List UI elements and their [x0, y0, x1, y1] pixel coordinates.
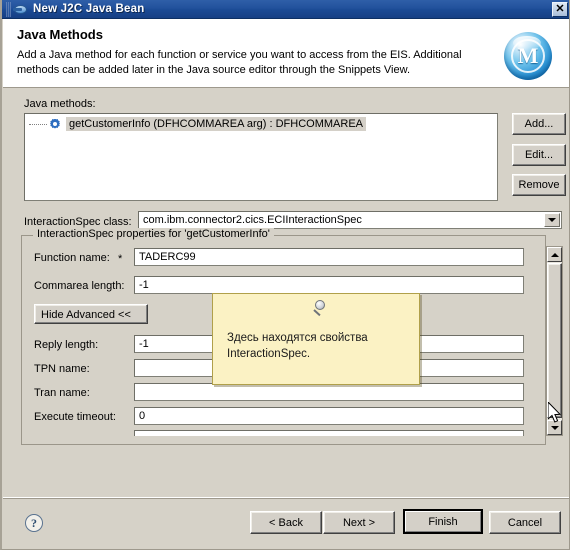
field-label: Tran name: — [34, 387, 90, 399]
page-title: Java Methods — [17, 27, 103, 42]
java-methods-label: Java methods: — [24, 98, 96, 110]
tooltip-callout: Здесь находятся свойства InteractionSpec… — [212, 293, 420, 385]
close-icon[interactable]: ✕ — [552, 2, 568, 17]
edit-method-button[interactable]: Edit... — [512, 144, 566, 166]
tree-line-icon — [29, 123, 47, 125]
page-description: Add a Java method for each function or s… — [17, 49, 462, 76]
tran-name-input[interactable] — [134, 383, 524, 401]
chevron-down-icon[interactable] — [544, 213, 560, 227]
field-label: Function name: — [34, 252, 110, 264]
interactionspec-class-combo[interactable]: com.ibm.connector2.cics.ECIInteractionSp… — [138, 211, 562, 229]
tooltip-text: Здесь находятся свойства InteractionSpec… — [227, 332, 368, 360]
execute-timeout-input[interactable]: 0 — [134, 407, 524, 425]
list-item[interactable]: getCustomerInfo (DFHCOMMAREA arg) : DFHC… — [25, 116, 497, 131]
field-label: TPN name: — [34, 363, 90, 375]
titlebar-grip — [6, 1, 11, 17]
product-logo: M — [504, 32, 552, 80]
field-label: Execute timeout: — [34, 411, 116, 423]
finish-button-label: Finish — [405, 511, 481, 532]
properties-scrollbar[interactable] — [546, 246, 563, 436]
partial-next-input[interactable] — [134, 430, 524, 436]
scroll-up-icon[interactable] — [547, 247, 562, 262]
dialog-window: New J2C Java Bean ✕ Java Methods Add a J… — [0, 0, 570, 550]
remove-method-button[interactable]: Remove — [512, 174, 566, 196]
scroll-down-icon[interactable] — [547, 420, 562, 435]
method-name: getCustomerInfo (DFHCOMMAREA arg) : DFHC… — [66, 116, 366, 131]
field-label: Commarea length: — [34, 280, 125, 292]
wizard-header: Java Methods Add a Java method for each … — [3, 19, 569, 88]
title-bar: New J2C Java Bean ✕ — [2, 0, 569, 19]
back-button[interactable]: < Back — [250, 511, 322, 534]
method-gear-icon — [49, 118, 61, 130]
finish-button[interactable]: Finish — [403, 509, 483, 534]
window-title: New J2C Java Bean — [33, 3, 145, 15]
java-methods-list[interactable]: getCustomerInfo (DFHCOMMAREA arg) : DFHC… — [24, 113, 498, 201]
commarea-length-input[interactable]: -1 — [134, 276, 524, 294]
required-marker: * — [118, 253, 123, 265]
function-name-input[interactable]: TADERC99 — [134, 248, 524, 266]
cancel-button[interactable]: Cancel — [489, 511, 561, 534]
add-method-button[interactable]: Add... — [512, 113, 566, 135]
hide-advanced-button[interactable]: Hide Advanced << — [34, 304, 148, 324]
scrollbar-thumb[interactable] — [547, 263, 562, 418]
help-icon[interactable]: ? — [25, 514, 43, 532]
interactionspec-class-label: InteractionSpec class: — [24, 216, 132, 228]
next-button[interactable]: Next > — [323, 511, 395, 534]
interactionspec-class-value: com.ibm.connector2.cics.ECIInteractionSp… — [143, 214, 362, 226]
dialog-footer: ? < Back Next > Finish Cancel — [3, 497, 569, 549]
interactionspec-properties-legend: InteractionSpec properties for 'getCusto… — [33, 228, 274, 240]
java-bean-icon — [13, 3, 28, 16]
field-label: Reply length: — [34, 339, 99, 351]
magnifier-icon — [313, 300, 329, 317]
